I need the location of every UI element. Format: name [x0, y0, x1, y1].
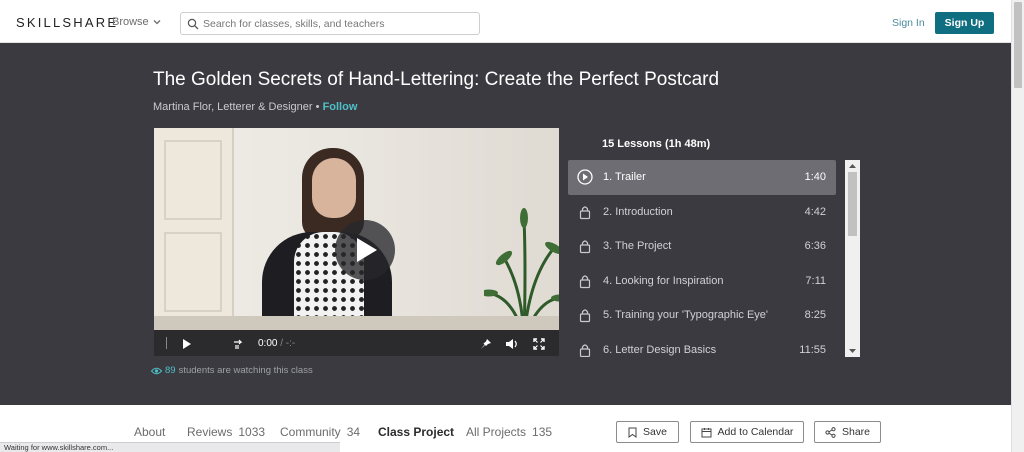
lesson-duration: 8:25: [804, 309, 826, 321]
desk: [154, 316, 559, 330]
watching-indicator: 89 students are watching this class: [151, 365, 313, 376]
presenter-face: [312, 158, 356, 218]
lesson-name: 3. The Project: [603, 240, 672, 252]
current-time: 0:00: [258, 338, 278, 349]
lesson-list: 1. Trailer 1:40 2. Introduction 4:42 3. …: [568, 160, 836, 357]
browse-menu[interactable]: Browse: [112, 16, 161, 28]
watching-text: students are watching this class: [178, 365, 313, 376]
page-scrollbar-thumb[interactable]: [1014, 2, 1022, 88]
video-player[interactable]: 0:00 / -:-: [154, 128, 559, 356]
pin-icon[interactable]: [480, 338, 492, 350]
class-title: The Golden Secrets of Hand-Lettering: Cr…: [153, 69, 720, 90]
lesson-name: 6. Letter Design Basics: [603, 343, 717, 356]
lesson-item[interactable]: 6. Letter Design Basics 11:55: [568, 333, 836, 358]
page: SKILLSHARE Browse Sign In Sign Up The Go…: [0, 0, 1024, 452]
author-name[interactable]: Martina Flor, Letterer & Designer: [153, 101, 313, 113]
search-icon: [187, 18, 199, 30]
save-button[interactable]: Save: [616, 421, 679, 443]
add-to-calendar-button[interactable]: Add to Calendar: [690, 421, 804, 443]
lesson-item[interactable]: 5. Training your 'Typographic Eye' 8:25: [568, 298, 836, 333]
share-button[interactable]: Share: [814, 421, 881, 443]
tab-count: 135: [532, 425, 553, 439]
lesson-name: 4. Looking for Inspiration: [603, 274, 724, 287]
skillshare-logo[interactable]: SKILLSHARE: [16, 15, 118, 30]
tab-community[interactable]: Community 34: [280, 425, 360, 439]
lock-icon: [579, 274, 591, 288]
lesson-duration: 11:55: [799, 343, 826, 356]
tab-all-projects[interactable]: All Projects 135: [466, 425, 552, 439]
lesson-item[interactable]: 4. Looking for Inspiration 7:11: [568, 264, 836, 299]
replay-icon[interactable]: [232, 338, 244, 350]
tab-label: Community: [280, 425, 341, 439]
page-scrollbar[interactable]: [1011, 0, 1024, 452]
lesson-scrollbar-thumb[interactable]: [848, 172, 857, 236]
sign-up-button[interactable]: Sign Up: [935, 12, 994, 34]
share-label: Share: [841, 426, 871, 438]
save-label: Save: [643, 426, 667, 438]
volume-icon[interactable]: [505, 338, 519, 350]
share-icon: [825, 426, 836, 438]
top-navbar: SKILLSHARE Browse Sign In Sign Up: [0, 0, 1011, 43]
lock-icon: [579, 309, 591, 323]
scroll-down-arrow-icon[interactable]: [848, 347, 857, 355]
calendar-label: Add to Calendar: [717, 426, 794, 438]
scroll-up-arrow-icon[interactable]: [848, 162, 857, 170]
search-box[interactable]: [180, 12, 480, 35]
watching-count: 89: [165, 365, 176, 376]
tab-count: 34: [346, 425, 361, 439]
tab-count: 1033: [238, 425, 266, 439]
lesson-item[interactable]: 2. Introduction 4:42: [568, 195, 836, 230]
follow-link[interactable]: Follow: [323, 101, 358, 113]
chevron-down-icon: [153, 20, 161, 25]
play-control-icon[interactable]: [182, 338, 192, 350]
class-hero: The Golden Secrets of Hand-Lettering: Cr…: [0, 43, 1011, 405]
tab-about[interactable]: About: [134, 425, 165, 439]
play-circle-icon: [577, 169, 593, 185]
video-background-door: [154, 128, 234, 328]
tab-label: About: [134, 425, 166, 439]
lesson-duration: 4:42: [804, 205, 826, 218]
tab-class-project[interactable]: Class Project: [378, 425, 454, 439]
browser-status-bar: Waiting for www.skillshare.com...: [0, 442, 340, 452]
lesson-name: 1. Trailer: [603, 171, 646, 183]
video-time: 0:00 / -:-: [258, 338, 295, 349]
lock-icon: [579, 343, 591, 357]
lesson-duration: 1:40: [804, 171, 826, 183]
lesson-duration: 6:36: [804, 240, 826, 252]
calendar-icon: [701, 427, 712, 437]
duration-time: / -:-: [280, 338, 296, 349]
lock-icon: [579, 240, 591, 254]
lessons-header: 15 Lessons (1h 48m): [602, 138, 711, 150]
lesson-duration: 7:11: [805, 274, 826, 287]
lock-icon: [579, 205, 591, 219]
class-author: Martina Flor, Letterer & Designer • Foll…: [153, 101, 357, 113]
bullet-separator: •: [315, 101, 320, 113]
tab-label: Class Project: [378, 425, 455, 439]
bookmark-icon: [628, 427, 637, 438]
video-controls: 0:00 / -:-: [154, 330, 559, 356]
fullscreen-icon[interactable]: [533, 338, 545, 350]
play-icon: [357, 238, 377, 262]
lesson-item[interactable]: 3. The Project 6:36: [568, 229, 836, 264]
eye-icon: [151, 367, 162, 374]
sign-in-link[interactable]: Sign In: [892, 17, 925, 29]
tab-reviews[interactable]: Reviews 1033: [187, 425, 265, 439]
lesson-name: 2. Introduction: [603, 205, 673, 218]
search-input[interactable]: [203, 15, 473, 32]
browse-label: Browse: [112, 16, 149, 28]
tab-label: All Projects: [466, 425, 527, 439]
tab-label: Reviews: [187, 425, 233, 439]
lesson-list-scrollbar[interactable]: [845, 160, 860, 357]
controls-divider: [166, 337, 167, 349]
big-play-button[interactable]: [335, 220, 395, 280]
lesson-item[interactable]: 1. Trailer 1:40: [568, 160, 836, 195]
lesson-name: 5. Training your 'Typographic Eye': [603, 309, 769, 321]
